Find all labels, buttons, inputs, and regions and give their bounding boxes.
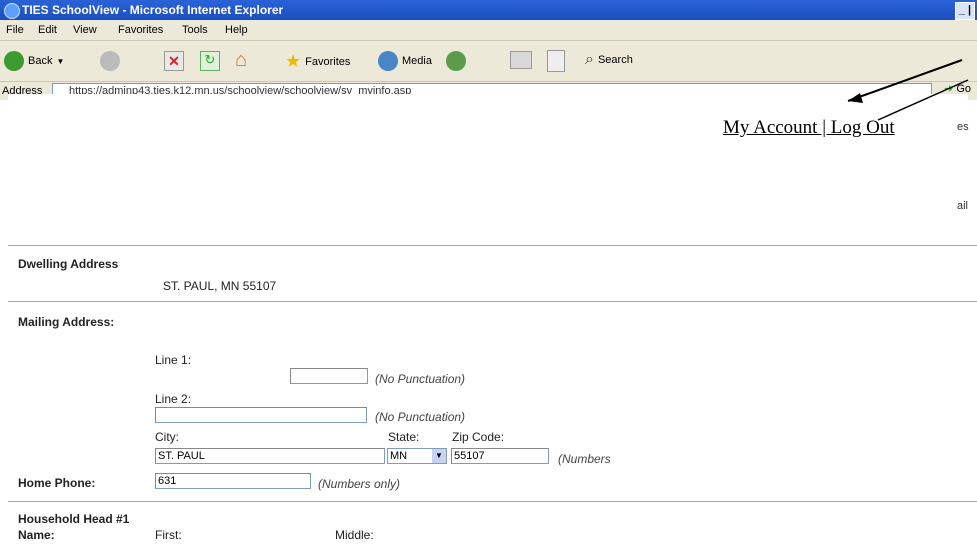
household-head-label: Household Head #1	[18, 512, 130, 526]
annotation-arrow	[847, 59, 969, 121]
divider	[8, 301, 977, 302]
home-phone-label: Home Phone:	[18, 476, 96, 490]
mailing-address-label: Mailing Address:	[18, 315, 115, 329]
zip-input[interactable]: 55107	[451, 448, 549, 464]
state-select[interactable]: MN ▼	[387, 448, 447, 464]
line1-label: Line 1:	[155, 353, 192, 367]
name-label: Name:	[18, 528, 55, 542]
line2-hint: (No Punctuation)	[375, 410, 466, 424]
dwelling-address-label: Dwelling Address	[18, 257, 119, 271]
line1-hint: (No Punctuation)	[375, 372, 466, 386]
home-phone-hint: (Numbers only)	[318, 477, 401, 491]
middle-name-label: Middle:	[335, 528, 374, 542]
first-name-label: First:	[155, 528, 182, 542]
partial-text: es	[957, 121, 969, 133]
state-label: State:	[388, 430, 420, 444]
home-phone-input[interactable]: 631	[155, 473, 311, 489]
city-label: City:	[155, 430, 179, 444]
my-account-logout-link[interactable]: My Account | Log Out	[723, 117, 895, 139]
city-input[interactable]: ST. PAUL	[155, 448, 385, 464]
zip-label: Zip Code:	[452, 430, 505, 444]
divider	[8, 245, 977, 246]
zip-hint: (Numbers	[558, 452, 611, 466]
dwelling-address-value: ST. PAUL, MN 55107	[163, 279, 277, 293]
divider	[8, 501, 977, 502]
line1-input[interactable]	[290, 368, 368, 384]
partial-text: ail	[957, 200, 969, 212]
line2-input[interactable]	[155, 407, 367, 423]
line2-label: Line 2:	[155, 392, 192, 406]
chevron-down-icon: ▼	[432, 449, 446, 463]
